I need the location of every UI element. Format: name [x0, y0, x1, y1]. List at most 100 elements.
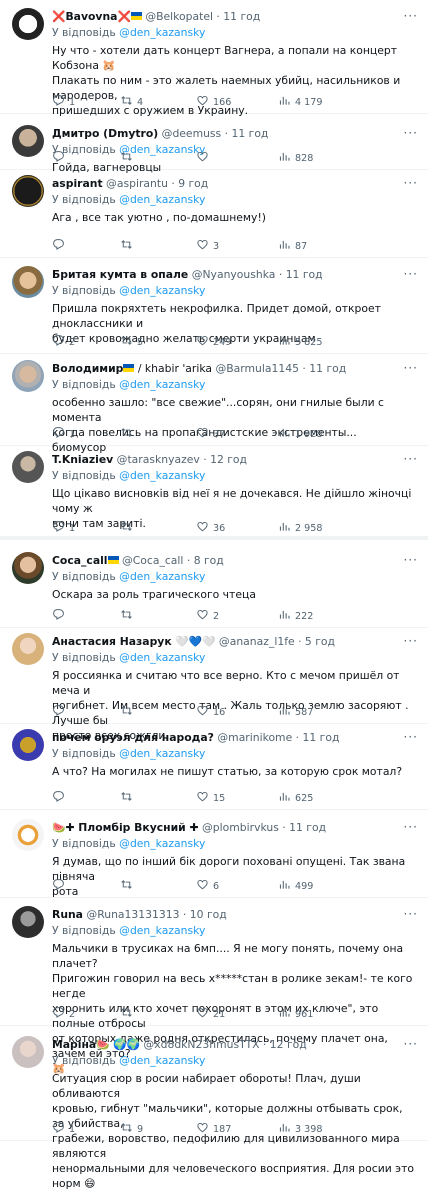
user-handle-time[interactable]: @deemuss · 11 год — [162, 127, 269, 140]
reply-mention-link[interactable]: @den_kazansky — [119, 651, 205, 664]
like-button[interactable]: 36 — [196, 520, 225, 536]
views-button[interactable]: 222 — [278, 608, 313, 624]
user-handle-time[interactable]: @Coca_call · 8 год — [122, 554, 224, 567]
user-handle-time[interactable]: @Nyanyoushka · 11 год — [192, 268, 323, 281]
avatar[interactable] — [12, 1036, 44, 1068]
reply-mention-link[interactable]: @den_kazansky — [119, 469, 205, 482]
avatar[interactable] — [12, 906, 44, 938]
reply-mention-link[interactable]: @den_kazansky — [119, 924, 205, 937]
avatar[interactable] — [12, 360, 44, 392]
user-name[interactable]: Bavovna — [65, 10, 117, 23]
retweet-button[interactable] — [120, 238, 137, 254]
reply-tweet[interactable]: ··· Бритая кумта в опале @Nyanyoushka · 1… — [0, 258, 428, 354]
reply-button[interactable] — [52, 238, 69, 254]
reply-tweet[interactable]: ··· Coca_call @Coca_call · 8 год У відпові… — [0, 540, 428, 628]
user-handle-time[interactable]: @plombirvkus · 11 год — [202, 821, 326, 834]
user-name[interactable]: Coca_call — [52, 554, 108, 567]
more-icon[interactable]: ··· — [404, 553, 418, 567]
views-button[interactable]: 625 — [278, 790, 313, 806]
retweet-button[interactable] — [120, 426, 137, 442]
like-button[interactable]: 249 — [196, 334, 231, 350]
reply-button[interactable]: 1 — [52, 520, 75, 536]
views-button[interactable]: 587 — [278, 704, 313, 720]
reply-button[interactable]: 2 — [52, 334, 75, 350]
reply-button[interactable] — [52, 704, 69, 720]
reply-mention-link[interactable]: @den_kazansky — [119, 747, 205, 760]
user-name[interactable]: 🍉✚ Пломбір Вкусний ✚ — [52, 821, 199, 834]
avatar[interactable] — [12, 266, 44, 298]
reply-tweet[interactable]: ··· ❌Bavovna❌ @Belkopatel · 11 год У відпо… — [0, 0, 428, 117]
views-button[interactable]: 828 — [278, 150, 313, 166]
reply-tweet[interactable]: ··· T.Kniaziev @tarasknyazev · 12 год У ві… — [0, 446, 428, 540]
reply-mention-link[interactable]: @den_kazansky — [119, 26, 205, 39]
user-name[interactable]: Анастасия Назарук — [52, 635, 172, 648]
avatar[interactable] — [12, 633, 44, 665]
user-name[interactable]: Бритая кумта в опале — [52, 268, 188, 281]
more-icon[interactable]: ··· — [404, 361, 418, 375]
user-handle-time[interactable]: @Barmula1145 · 11 год — [215, 362, 346, 375]
avatar[interactable] — [12, 729, 44, 761]
like-button[interactable]: 3 — [196, 238, 219, 254]
reply-button[interactable] — [52, 878, 69, 894]
views-button[interactable]: 961 — [278, 1006, 313, 1022]
user-name[interactable]: Runa — [52, 908, 83, 921]
reply-button[interactable] — [52, 150, 69, 166]
user-handle-time[interactable]: @tarasknyazev · 12 год — [117, 453, 247, 466]
reply-button[interactable] — [52, 790, 69, 806]
reply-button[interactable]: 1 — [52, 94, 75, 110]
more-icon[interactable]: ··· — [404, 820, 418, 834]
user-name[interactable]: Маріна — [52, 1038, 96, 1051]
user-handle-time[interactable]: @marinikome · 11 год — [217, 731, 339, 744]
more-icon[interactable]: ··· — [404, 1037, 418, 1051]
views-button[interactable]: 5 825 — [278, 334, 322, 350]
reply-mention-link[interactable]: @den_kazansky — [119, 570, 205, 583]
more-icon[interactable]: ··· — [404, 9, 418, 23]
reply-tweet[interactable]: ··· Runa @Runa13131313 · 10 год У відповід… — [0, 898, 428, 1075]
like-button[interactable]: 21 — [196, 1006, 225, 1022]
user-name[interactable]: Володимир — [52, 362, 123, 375]
reply-button[interactable] — [52, 608, 69, 624]
more-icon[interactable]: ··· — [404, 126, 418, 140]
like-button[interactable]: 15 — [196, 790, 225, 806]
reply-tweet[interactable]: ··· Анастасия Назарук 🤍💙🤍 @ananaz_l1fe · … — [0, 628, 428, 742]
more-icon[interactable]: ··· — [404, 730, 418, 744]
retweet-button[interactable] — [120, 608, 137, 624]
avatar[interactable] — [12, 552, 44, 584]
reply-button[interactable]: 1 — [52, 1121, 75, 1137]
views-button[interactable]: 4 179 — [278, 94, 322, 110]
avatar[interactable] — [12, 819, 44, 851]
avatar[interactable] — [12, 175, 44, 207]
views-button[interactable]: 1 928 — [278, 426, 322, 442]
more-icon[interactable]: ··· — [404, 267, 418, 281]
retweet-button[interactable]: 4 — [120, 94, 143, 110]
retweet-button[interactable]: 9 — [120, 1121, 143, 1137]
reply-tweet[interactable]: ··· почем оруэл для народа? @marinikome ·… — [0, 724, 428, 810]
more-icon[interactable]: ··· — [404, 452, 418, 466]
user-name[interactable]: почем оруэл для народа? — [52, 731, 214, 744]
like-button[interactable]: 166 — [196, 94, 231, 110]
reply-tweet[interactable]: ··· Маріна🍉 🌍🌍 @xd8dkN23hmusTTX · 12 год У… — [0, 1026, 428, 1190]
like-button[interactable]: 6 — [196, 878, 219, 894]
more-icon[interactable]: ··· — [404, 176, 418, 190]
like-button[interactable]: 187 — [196, 1121, 231, 1137]
more-icon[interactable]: ··· — [404, 907, 418, 921]
user-handle-time[interactable]: @xd8dkN23hmusTTX · 12 год — [143, 1038, 306, 1051]
views-button[interactable]: 499 — [278, 878, 313, 894]
user-name[interactable]: Дмитро (Dmytro) — [52, 127, 158, 140]
reply-tweet[interactable]: ··· Володимир / khabir 'arika @Barmula114… — [0, 354, 428, 454]
avatar[interactable] — [12, 8, 44, 40]
user-name[interactable]: T.Kniaziev — [52, 453, 113, 466]
user-handle-time[interactable]: @aspirantu · 9 год — [106, 177, 208, 190]
reply-mention-link[interactable]: @den_kazansky — [119, 837, 205, 850]
retweet-button[interactable] — [120, 704, 137, 720]
retweet-button[interactable] — [120, 520, 137, 536]
avatar[interactable] — [12, 451, 44, 483]
retweet-button[interactable]: 5 — [120, 334, 143, 350]
like-button[interactable] — [196, 150, 213, 166]
retweet-button[interactable] — [120, 878, 137, 894]
user-handle-time[interactable]: @ananaz_l1fe · 5 год — [219, 635, 335, 648]
views-button[interactable]: 3 398 — [278, 1121, 322, 1137]
reply-tweet[interactable]: ··· aspirant @aspirantu · 9 год У відповід… — [0, 170, 428, 258]
avatar[interactable] — [12, 125, 44, 157]
retweet-button[interactable] — [120, 1006, 137, 1022]
